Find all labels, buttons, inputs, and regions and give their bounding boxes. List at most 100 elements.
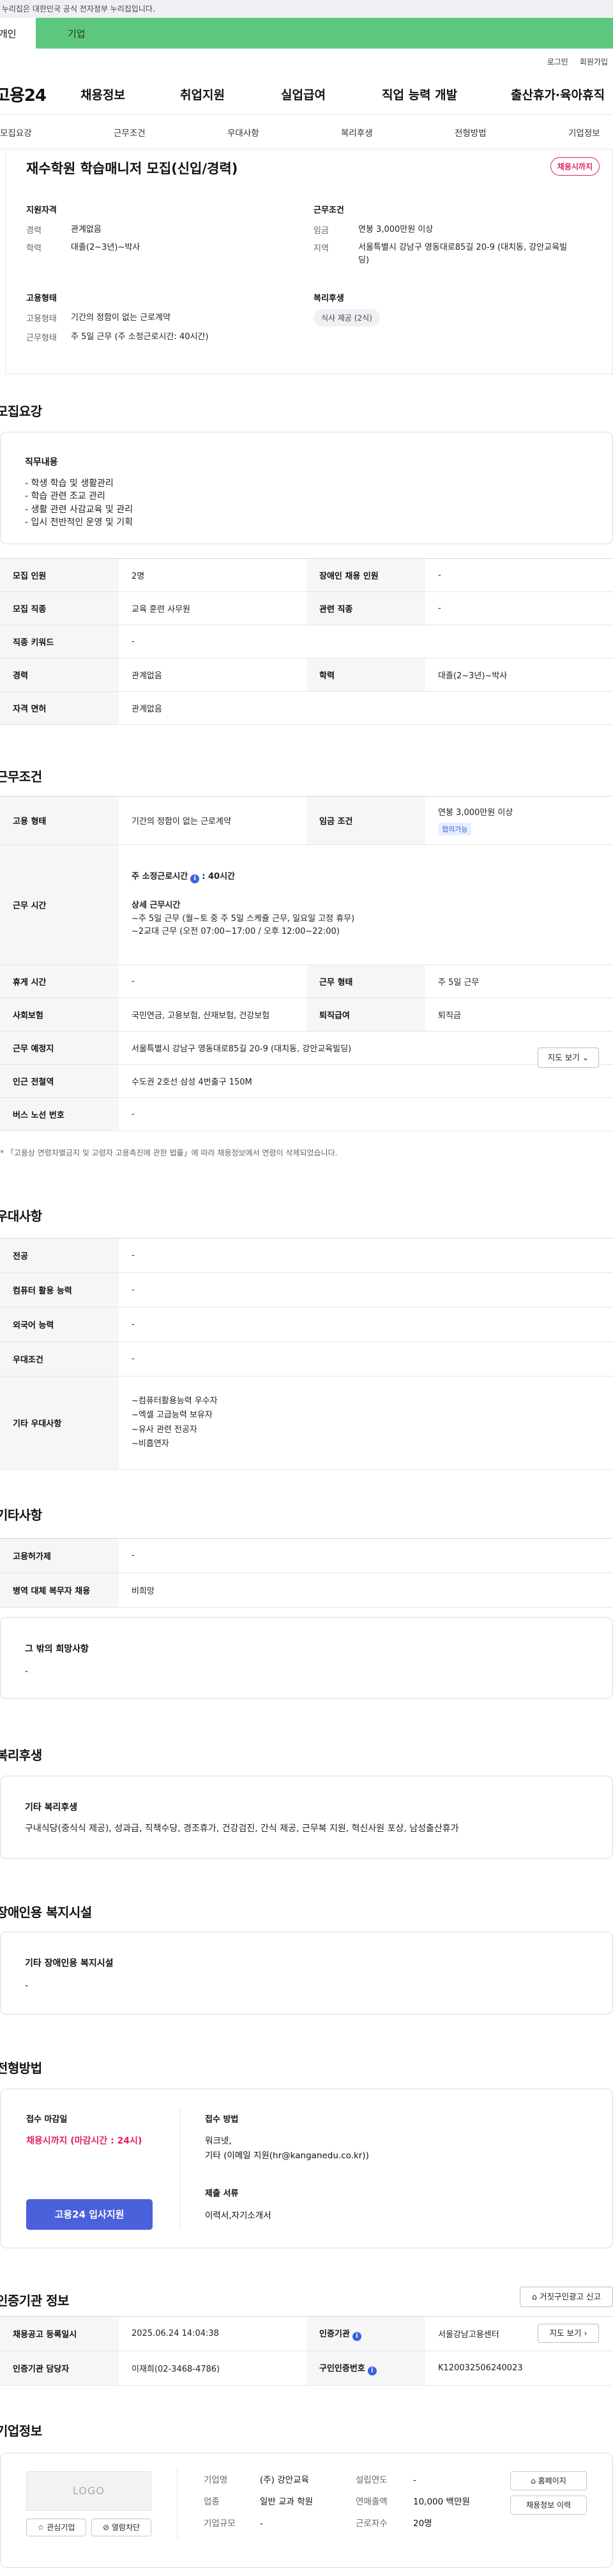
retirement-label: 퇴직급여: [306, 998, 425, 1032]
summary-employment-value: 기간의 정함이 없는 근로계약: [71, 313, 170, 323]
disability-card: 기타 장애인용 복지시설 -: [0, 1932, 613, 2015]
work-permit-label: 고용허가제: [0, 1538, 119, 1573]
info-icon[interactable]: i: [367, 2366, 377, 2375]
summary-worktype: 근무형태 주 5일 근무 (주 소정근로시간: 40시간): [26, 331, 208, 344]
company-founded: 설립연도 -: [356, 2473, 416, 2485]
gnb-item-vocational-training[interactable]: 직업 능력 개발: [382, 86, 457, 103]
conditions-table: 고용 형태 기간의 정함이 없는 근로계약 임금 조건 연봉 3,000만원 이…: [0, 796, 613, 1131]
disabled-headcount-value: -: [425, 558, 613, 592]
preferences-table: 전공 - 컴퓨터 활용 능력 - 외국어 능력 - 우대조건 - 기타 우대사항…: [0, 1238, 613, 1470]
tab-company[interactable]: 기업: [36, 18, 613, 49]
duty-line: - 입시 전반적인 운영 및 기획: [25, 517, 133, 528]
major-label: 전공: [0, 1238, 119, 1273]
info-icon[interactable]: i: [352, 2331, 361, 2341]
table-row: 경력 관계없음 학력 대졸(2~3년)~박사: [0, 658, 613, 692]
table-row: 모집 직종 교육 훈련 사무원 관련 직종 -: [0, 591, 613, 625]
computer-skill-label: 컴퓨터 활용 능력: [0, 1272, 119, 1307]
site-logo[interactable]: 고용24: [0, 82, 47, 106]
retirement-value: 퇴직금: [425, 998, 613, 1032]
company-size-value: -: [260, 2519, 263, 2529]
agency-table: 채용공고 등록일시 2025.06.24 14:04:38 인증기관 i 서울강남…: [0, 2316, 613, 2386]
tab-personal[interactable]: 개인: [0, 18, 36, 49]
company-founded-value: -: [413, 2475, 416, 2485]
weekly-hours-label: 주 소정근로시간: [132, 871, 188, 881]
employment-type-value: 기간의 정함이 없는 근로계약: [119, 796, 306, 845]
registered-at-value: 2025.06.24 14:04:38: [119, 2316, 306, 2351]
table-row: 근무 예정지 서울특별시 강남구 영동대로85길 20-9 (대치동, 강안교육…: [0, 1031, 613, 1065]
welfare-card-title: 기타 복리후생: [25, 1802, 78, 1813]
job-history-button[interactable]: 채용정보 이력: [510, 2496, 587, 2515]
anchor-process[interactable]: 전형방법: [455, 126, 487, 139]
summary-career-value: 관계없음: [71, 225, 102, 234]
chevron-down-icon: ⌄: [582, 1053, 589, 1062]
bus-label: 버스 노선 번호: [0, 1097, 119, 1131]
apply-button[interactable]: 고용24 입사지원: [26, 2199, 153, 2230]
cert-number-label: 구인인증번호 i: [306, 2351, 425, 2386]
chevron-right-icon: ›: [584, 2328, 587, 2338]
hours-detail-line: ~주 5일 근무 (월~토 중 주 5일 스케쥴 근무, 일요일 고정 휴무): [132, 913, 355, 924]
summary-wage: 임금 연봉 3,000만원 이상: [314, 224, 433, 236]
info-icon[interactable]: i: [190, 874, 200, 883]
homepage-button[interactable]: ⌂ 홈페이지: [510, 2471, 587, 2490]
agency-label-text: 인증기관: [319, 2329, 350, 2339]
company-revenue-value: 10,000 백만원: [413, 2497, 470, 2507]
preference-line: ~유사 관련 전공자: [132, 1424, 197, 1435]
block-view-button[interactable]: ⊘ 열람차단: [91, 2519, 151, 2536]
company-employees-value: 20명: [413, 2519, 432, 2529]
wage-value: 연봉 3,000만원 이상: [438, 808, 513, 818]
wage-cell: 연봉 3,000만원 이상 협의가능: [425, 796, 613, 845]
table-row: 인근 전철역 수도권 2호선 삼성 4번출구 150M: [0, 1064, 613, 1098]
wage-label: 임금 조건: [306, 796, 425, 845]
tab-personal-label: 개인: [0, 27, 17, 40]
insurance-label: 사회보험: [0, 998, 119, 1032]
summary-education-value: 대졸(2~3년)~박사: [71, 243, 140, 252]
other-wishes-card: 그 밖의 희망사항 -: [0, 1617, 613, 1699]
other-preferences-label: 기타 우대사항: [0, 1376, 119, 1470]
gov-banner: 이 누리집은 대한민국 공식 전자정부 누리집입니다.: [0, 0, 613, 18]
global-nav: 고용24 채용정보 취업지원 실업급여 직업 능력 개발 출산휴가·육아휴직: [0, 74, 613, 115]
summary-education-label: 학력: [26, 244, 42, 254]
summary-education: 학력 대졸(2~3년)~박사: [26, 241, 140, 254]
preference-line: ~비흡연자: [132, 1438, 169, 1449]
anchor-welfare[interactable]: 복리후생: [341, 126, 373, 139]
company-size-label: 기업규모: [204, 2519, 236, 2529]
other-wishes-value: -: [25, 1666, 29, 1677]
job-title: 재수학원 학습매니저 모집(신입/경력): [26, 161, 238, 176]
anchor-company[interactable]: 기업정보: [568, 126, 600, 139]
table-row: 직종 키워드 -: [0, 625, 613, 659]
process-section-title: 전형방법: [0, 2061, 42, 2076]
welfare-card-text: 구내식당(중식식 제공), 성과급, 직책수당, 경조휴가, 건강검진, 간식 …: [25, 1824, 459, 1834]
subway-label: 인근 전철역: [0, 1064, 119, 1098]
summary-career-label: 경력: [26, 226, 42, 236]
gnb-item-unemployment-benefit[interactable]: 실업급여: [281, 86, 326, 103]
gnb-item-jobs[interactable]: 채용정보: [80, 86, 125, 103]
block-icon: ⊘: [102, 2523, 110, 2532]
summary-region-value: 서울특별시 강남구 영동대로85길 20-9 (대치동, 강안교육빌딩): [358, 243, 568, 265]
login-link[interactable]: 로그인: [547, 56, 568, 67]
agency-map-button[interactable]: 지도 보기 ›: [538, 2324, 599, 2343]
interest-company-button[interactable]: ☆ 관심기업: [26, 2519, 86, 2536]
table-row: 기타 우대사항 ~컴퓨터활용능력 우수자 ~엑셀 고급능력 보유자 ~유사 관련…: [0, 1376, 613, 1470]
break-time-value: -: [119, 964, 306, 998]
anchor-conditions[interactable]: 근무조건: [114, 126, 146, 139]
map-view-button[interactable]: 지도 보기 ⌄: [538, 1048, 599, 1068]
license-value: 관계없음: [119, 691, 613, 725]
disability-card-text: -: [25, 1981, 29, 1991]
report-fake-ad-button[interactable]: ⌂ 거짓구인광고 신고: [520, 2287, 613, 2307]
headcount-value: 2명: [119, 558, 306, 592]
language-label: 외국어 능력: [0, 1307, 119, 1342]
duty-line: - 생활 관련 사감교육 및 관리: [25, 504, 133, 515]
anchor-recruit[interactable]: 모집요강: [0, 126, 32, 139]
anchor-preferences[interactable]: 우대사항: [227, 126, 259, 139]
job-type-label: 모집 직종: [0, 591, 119, 625]
preference-condition-value: -: [119, 1341, 613, 1376]
summary-employment: 고용형태 기간의 정함이 없는 근로계약: [26, 312, 170, 324]
gnb-item-employment-support[interactable]: 취업지원: [180, 86, 225, 103]
signup-link[interactable]: 회원가입: [580, 56, 608, 67]
recruit-section-title: 모집요강: [0, 404, 42, 419]
company-logo: LOGO: [26, 2471, 151, 2511]
age-notice: * 「고용상 연령차별금지 및 고령자 고용촉진에 관한 법률」에 따라 채용정…: [0, 1148, 338, 1157]
gnb-item-parental-leave[interactable]: 출산휴가·육아휴직: [511, 86, 605, 103]
preference-line: ~엑셀 고급능력 보유자: [132, 1410, 213, 1421]
career-value: 관계없음: [119, 658, 306, 692]
